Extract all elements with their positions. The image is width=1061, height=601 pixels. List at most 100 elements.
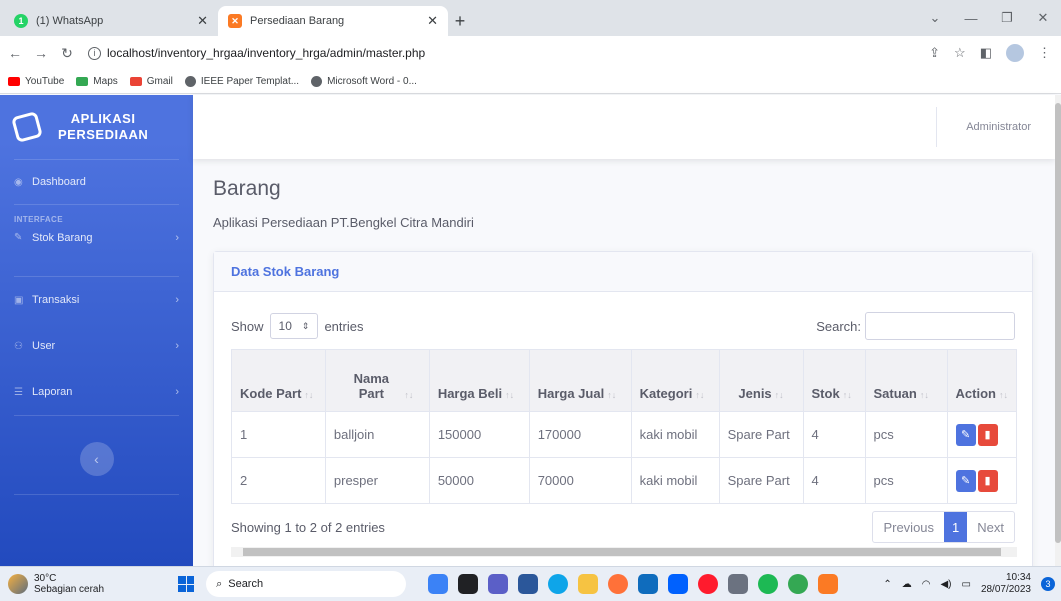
trash-icon: ▮ [984,475,991,487]
store-icon[interactable] [728,574,749,594]
datatable-footer: Showing 1 to 2 of 2 entries Previous 1 N… [231,510,1015,544]
share-icon[interactable]: ⇪ [929,45,940,61]
search-input[interactable] [865,312,1015,340]
xampp-icon[interactable] [818,574,839,594]
sidebar-item-laporan[interactable]: ☰ Laporan › [0,369,193,415]
new-tab-button[interactable]: + [448,6,472,36]
col-harga-beli[interactable]: Harga Beli ↑↓ [428,349,530,412]
chevron-up-icon[interactable]: ⌃ [883,579,891,590]
bookmark-word[interactable]: Microsoft Word - 0... [311,76,417,87]
bing-icon[interactable] [428,574,449,594]
page-1-button[interactable]: 1 [944,512,968,542]
word-icon[interactable] [518,574,539,594]
bookmark-gmail[interactable]: Gmail [129,76,173,87]
star-icon[interactable]: ☆ [954,45,966,61]
restore-button[interactable]: ❐ [989,10,1025,26]
menu-icon[interactable]: ⋮ [1038,45,1051,61]
main-content: Barang Aplikasi Persediaan PT.Bengkel Ci… [193,159,1055,581]
close-window-button[interactable]: ✕ [1025,10,1061,26]
mail-icon[interactable] [638,574,659,594]
col-nama-part[interactable]: Nama Part ↑↓ [324,349,430,412]
dropbox-icon[interactable] [668,574,689,594]
folder-icon[interactable] [578,574,599,594]
sort-icon: ↑↓ [774,390,784,400]
col-kode-part[interactable]: Kode Part ↑↓ [231,349,326,412]
edit-button[interactable]: ✎ [955,469,976,492]
table-scrollbar[interactable] [231,547,1017,557]
sidebar-item-transaksi[interactable]: ▣ Transaksi › [0,277,193,323]
col-stok[interactable]: Stok ↑↓ [802,349,866,412]
weather-widget[interactable]: 30°C Sebagian cerah [8,573,104,595]
page-title: Barang [213,177,281,200]
clock[interactable]: 10:34 28/07/2023 [981,572,1031,596]
user-menu[interactable]: Administrator [966,121,1031,133]
sidebar-item-user[interactable]: ⚇ User › [0,323,193,369]
edge-icon[interactable] [548,574,569,594]
spotify-icon[interactable] [758,574,779,594]
bookmark-youtube[interactable]: YouTube [8,76,64,87]
info-icon[interactable]: i [88,46,101,60]
opera-icon[interactable] [698,574,719,594]
col-action[interactable]: Action ↑↓ [946,349,1018,412]
sidebar-brand[interactable]: APLIKASI PERSEDIAAN [0,95,193,159]
col-jenis[interactable]: Jenis ↑↓ [718,349,804,412]
next-button[interactable]: Next [967,512,1014,542]
sort-icon: ↑↓ [695,390,705,400]
sidebar-item-stok-barang[interactable]: ✎ Stok Barang › [0,232,193,258]
address-bar-actions: ⇪ ☆ ◧ ⋮ [929,44,1051,62]
browser-tabbar: 1 (1) WhatsApp ✕ ✕ Persediaan Barang ✕ +… [0,0,1061,36]
sidepanel-icon[interactable]: ◧ [980,45,992,61]
back-button[interactable]: ← [4,45,26,61]
users-icon: ⚇ [14,340,23,352]
windows-start-icon[interactable] [178,576,195,592]
address-bar: ← → ↻ i localhost/inventory_hrgaa/invent… [0,36,1061,70]
delete-button[interactable]: ▮ [977,423,998,446]
cell-kode: 2 [231,457,326,504]
reload-button[interactable]: ↻ [56,45,78,62]
bookmark-ieee[interactable]: IEEE Paper Templat... [184,76,299,87]
volume-icon[interactable]: ◀) [940,579,951,590]
col-satuan[interactable]: Satuan ↑↓ [864,349,948,412]
taskbar-apps [428,574,839,594]
chevron-down-icon[interactable]: ⌄ [917,10,953,26]
forward-button[interactable]: → [30,45,52,61]
globe-icon [184,76,196,87]
edit-button[interactable]: ✎ [955,423,976,446]
url-field[interactable]: i localhost/inventory_hrgaa/inventory_hr… [88,40,425,66]
sidebar-toggle-button[interactable]: ‹ [79,442,114,476]
notification-badge[interactable]: 3 [1041,577,1055,591]
pagination: Previous 1 Next [872,511,1015,543]
xampp-icon: ✕ [228,14,242,28]
close-icon[interactable]: ✕ [197,13,208,29]
onedrive-icon[interactable]: ☁ [902,579,912,590]
bookmark-maps[interactable]: Maps [76,76,118,87]
search-label: Search: [816,318,861,334]
close-icon[interactable]: ✕ [427,13,438,29]
box-logo-icon [11,111,43,143]
tab-persediaan[interactable]: ✕ Persediaan Barang ✕ [218,6,448,36]
battery-icon[interactable]: ▭ [961,579,970,590]
wifi-icon[interactable]: ◠ [922,579,931,590]
table-header-row: Kode Part ↑↓ Nama Part ↑↓ Harga Beli ↑↓ Har… [231,349,1018,412]
previous-button[interactable]: Previous [873,512,944,542]
col-kategori[interactable]: Kategori ↑↓ [630,349,720,412]
col-harga-jual[interactable]: Harga Jual ↑↓ [528,349,632,412]
teams-icon[interactable] [488,574,509,594]
sidebar-item-dashboard[interactable]: ◉ Dashboard [0,160,193,204]
scrollbar-thumb[interactable] [1055,103,1061,543]
tab-whatsapp[interactable]: 1 (1) WhatsApp ✕ [4,6,218,36]
firefox-icon[interactable] [608,574,629,594]
page-scrollbar[interactable] [1055,95,1061,566]
taskbar-search[interactable]: ⌕ Search [206,571,407,597]
minimize-button[interactable]: — [953,11,989,26]
chrome-icon[interactable] [788,574,809,594]
taskbar: 30°C Sebagian cerah ⌕ Search ⌃ ☁ ◠ ◀) ▭ … [0,566,1061,601]
cell-kategori: kaki mobil [630,457,720,504]
data-card: Data Stok Barang Show 10 ⇕ entries Searc… [213,251,1033,581]
entries-select[interactable]: 10 ⇕ [269,313,319,339]
delete-button[interactable]: ▮ [977,469,998,492]
avatar[interactable] [1006,44,1024,62]
cell-harga-beli: 50000 [428,457,530,504]
scrollbar-thumb[interactable] [243,548,1001,556]
taskview-icon[interactable] [458,574,479,594]
